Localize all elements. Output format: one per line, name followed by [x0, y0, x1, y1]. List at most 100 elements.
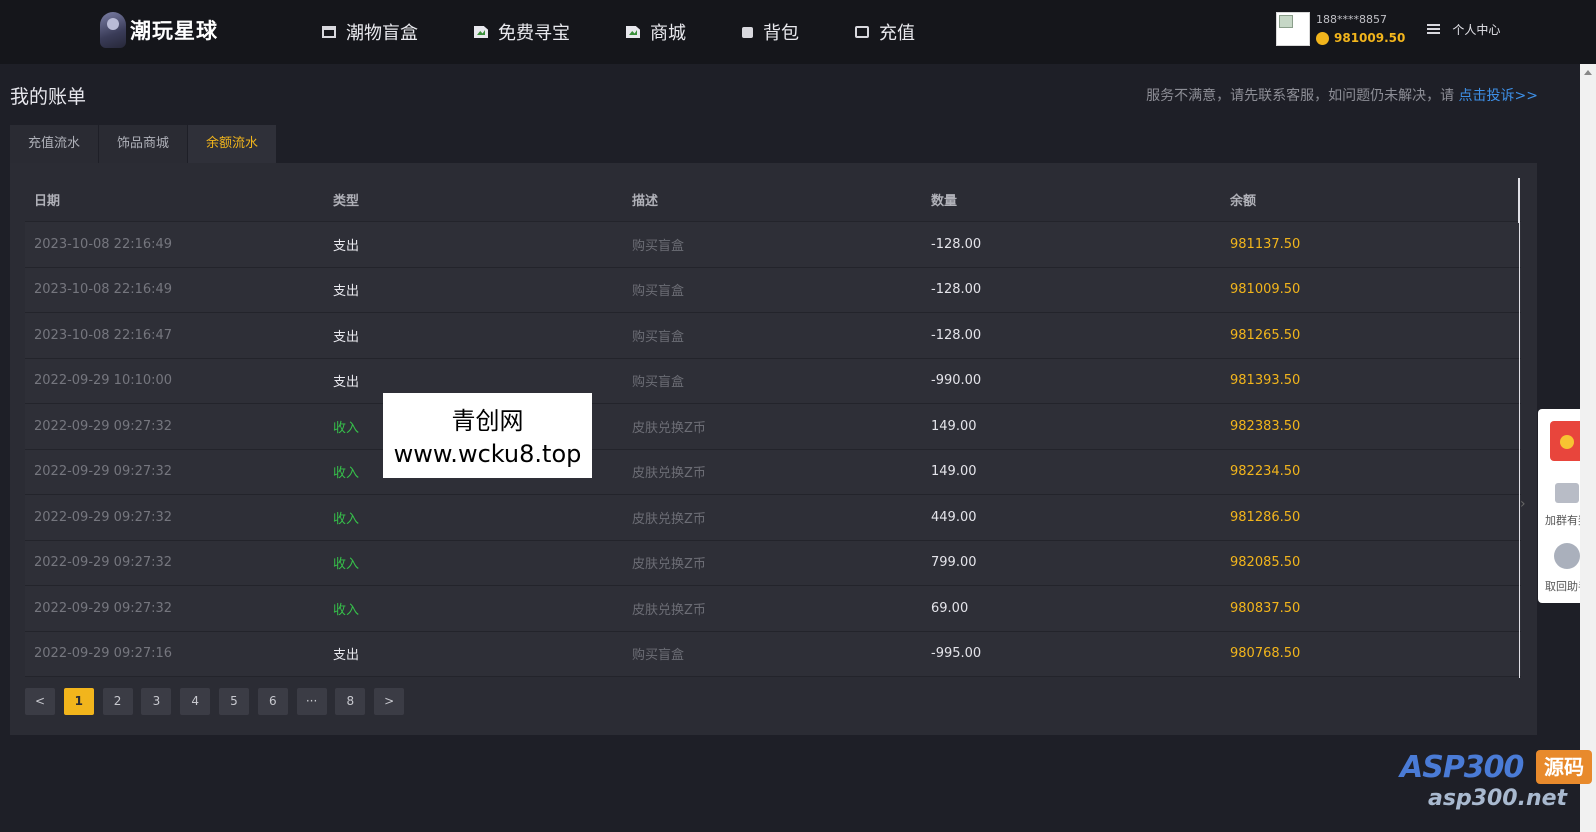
page-button-8[interactable]: 8 [335, 688, 366, 715]
card-icon [855, 26, 869, 38]
cell-balance: 980837.50 [1230, 600, 1301, 616]
bag-icon [742, 26, 753, 38]
tab-balance-flow[interactable]: 余额流水 [188, 125, 277, 163]
pagination: < 1 2 3 4 5 6 ··· 8 > [25, 688, 413, 715]
balance-table: 日期 类型 描述 数量 余额 2023-10-08 22:16:49 支出 购买盲盒… [25, 178, 1521, 677]
user-area: 188****8857 981009.50 个人中心 [1276, 12, 1500, 46]
page-title: 我的账单 [10, 86, 87, 108]
nav-label: 背包 [763, 23, 799, 44]
cell-balance: 981137.50 [1230, 236, 1301, 252]
page-button-2[interactable]: 2 [102, 688, 133, 715]
list-icon [1427, 24, 1441, 34]
nav-label: 潮物盲盒 [346, 23, 418, 44]
refresh-icon[interactable] [1554, 543, 1580, 569]
table-scrollbar[interactable] [1518, 178, 1520, 223]
balance-value: 981009.50 [1334, 31, 1406, 45]
image-icon [626, 26, 640, 38]
table-row: 2023-10-08 22:16:49 支出 购买盲盒 -128.00 981137.5… [25, 222, 1521, 268]
cell-type: 支出 [333, 238, 360, 254]
nav-item-backpack[interactable]: 背包 [742, 19, 799, 45]
personal-center-link[interactable]: 个人中心 [1427, 21, 1500, 38]
nav-item-blind-box[interactable]: 潮物盲盒 [322, 19, 418, 45]
cell-type: 支出 [333, 648, 360, 664]
table-row: 2022-09-29 09:27:32 收入 皮肤兑换Z币 149.00 982383.… [25, 404, 1521, 450]
page-button-1[interactable]: 1 [63, 688, 94, 715]
page-button-6[interactable]: 6 [257, 688, 288, 715]
nav-item-recharge[interactable]: 充值 [855, 19, 915, 45]
cell-balance: 982383.50 [1230, 418, 1301, 434]
cell-balance: 980768.50 [1230, 646, 1301, 662]
user-phone: 188****8857 [1316, 13, 1387, 26]
brand-watermark: ASP300 源码 asp300.net [1400, 750, 1596, 832]
cell-quantity: -995.00 [931, 646, 982, 662]
cell-date: 2022-09-29 09:27:32 [34, 418, 173, 434]
nav-item-free-treasure[interactable]: 免费寻宝 [474, 19, 570, 45]
notice-text: 服务不满意，请先联系客服，如问题仍未解决，请 [1146, 88, 1459, 104]
user-balance: 981009.50 [1316, 31, 1405, 45]
table-row: 2022-09-29 10:10:00 支出 购买盲盒 -990.00 981393.5… [25, 358, 1521, 404]
cell-type: 收入 [333, 511, 360, 527]
next-page-button[interactable]: > [374, 688, 405, 715]
cell-balance: 982234.50 [1230, 464, 1301, 480]
cell-date: 2022-09-29 10:10:00 [34, 373, 173, 389]
cell-date: 2023-10-08 22:16:47 [34, 327, 173, 343]
cell-date: 2023-10-08 22:16:49 [34, 282, 173, 298]
cell-quantity: -128.00 [931, 236, 982, 252]
cell-description: 购买盲盒 [632, 375, 685, 391]
table-row: 2022-09-29 09:27:32 收入 皮肤兑换Z币 149.00 982234.… [25, 449, 1521, 495]
main-nav: 潮物盲盒 免费寻宝 商城 背包 充值 [322, 0, 971, 64]
header-type: 类型 [333, 194, 360, 209]
avatar[interactable] [1276, 12, 1310, 46]
image-icon [474, 26, 488, 38]
page-scrollbar[interactable] [1580, 64, 1596, 832]
cell-date: 2022-09-29 09:27:32 [34, 600, 173, 616]
header-quantity: 数量 [931, 194, 958, 209]
cell-quantity: 149.00 [931, 418, 977, 434]
cell-description: 购买盲盒 [632, 329, 685, 345]
logo-text: 潮玩星球 [130, 19, 218, 43]
nav-item-mall[interactable]: 商城 [626, 19, 686, 45]
site-logo[interactable]: 潮玩星球 [100, 12, 218, 48]
table-row: 2022-09-29 09:27:16 支出 购买盲盒 -995.00 980768.5… [25, 631, 1521, 677]
complaint-notice: 服务不满意，请先联系客服，如问题仍未解决，请 点击投诉>> [1146, 85, 1538, 105]
header-balance: 余额 [1230, 194, 1257, 209]
table-row: 2022-09-29 09:27:32 收入 皮肤兑换Z币 449.00 981286.… [25, 495, 1521, 541]
prev-page-button[interactable]: < [25, 688, 55, 715]
bill-tabs: 充值流水 饰品商城 余额流水 [10, 125, 277, 163]
tab-recharge-flow[interactable]: 充值流水 [10, 125, 99, 163]
cell-balance: 982085.50 [1230, 555, 1301, 571]
gift-icon[interactable] [1550, 421, 1584, 461]
cell-type: 支出 [333, 284, 360, 300]
cell-type: 支出 [333, 329, 360, 345]
header-date: 日期 [34, 194, 61, 209]
page-button-5[interactable]: 5 [218, 688, 249, 715]
cell-type: 收入 [333, 557, 360, 573]
cell-description: 皮肤兑换Z币 [632, 511, 706, 527]
scroll-up-icon[interactable] [1584, 70, 1592, 75]
cell-description: 购买盲盒 [632, 648, 685, 664]
cell-balance: 981286.50 [1230, 509, 1301, 525]
bill-panel: 日期 类型 描述 数量 余额 2023-10-08 22:16:49 支出 购买盲盒… [10, 163, 1537, 735]
table-row: 2023-10-08 22:16:49 支出 购买盲盒 -128.00 981009.5… [25, 267, 1521, 313]
nav-label: 免费寻宝 [498, 23, 570, 44]
cell-quantity: -128.00 [931, 282, 982, 298]
logo-figure-icon [100, 12, 126, 48]
chevron-right-icon[interactable]: › [1520, 496, 1526, 512]
cell-description: 购买盲盒 [632, 284, 685, 300]
personal-center-label: 个人中心 [1452, 22, 1501, 37]
page-ellipsis-button[interactable]: ··· [296, 688, 327, 715]
cell-balance: 981393.50 [1230, 373, 1301, 389]
page-button-3[interactable]: 3 [141, 688, 172, 715]
cell-date: 2022-09-29 09:27:32 [34, 555, 173, 571]
complaint-link[interactable]: 点击投诉>> [1459, 88, 1538, 104]
shop-icon[interactable] [1555, 483, 1579, 503]
cell-balance: 981265.50 [1230, 327, 1301, 343]
nav-label: 商城 [650, 23, 686, 44]
cell-description: 皮肤兑换Z币 [632, 420, 706, 436]
nav-label: 充值 [879, 23, 915, 44]
tab-item-mall[interactable]: 饰品商城 [99, 125, 188, 163]
cell-quantity: -128.00 [931, 327, 982, 343]
page-button-4[interactable]: 4 [180, 688, 211, 715]
cell-quantity: 449.00 [931, 509, 977, 525]
watermark-line-2: www.wcku8.top [393, 440, 582, 468]
